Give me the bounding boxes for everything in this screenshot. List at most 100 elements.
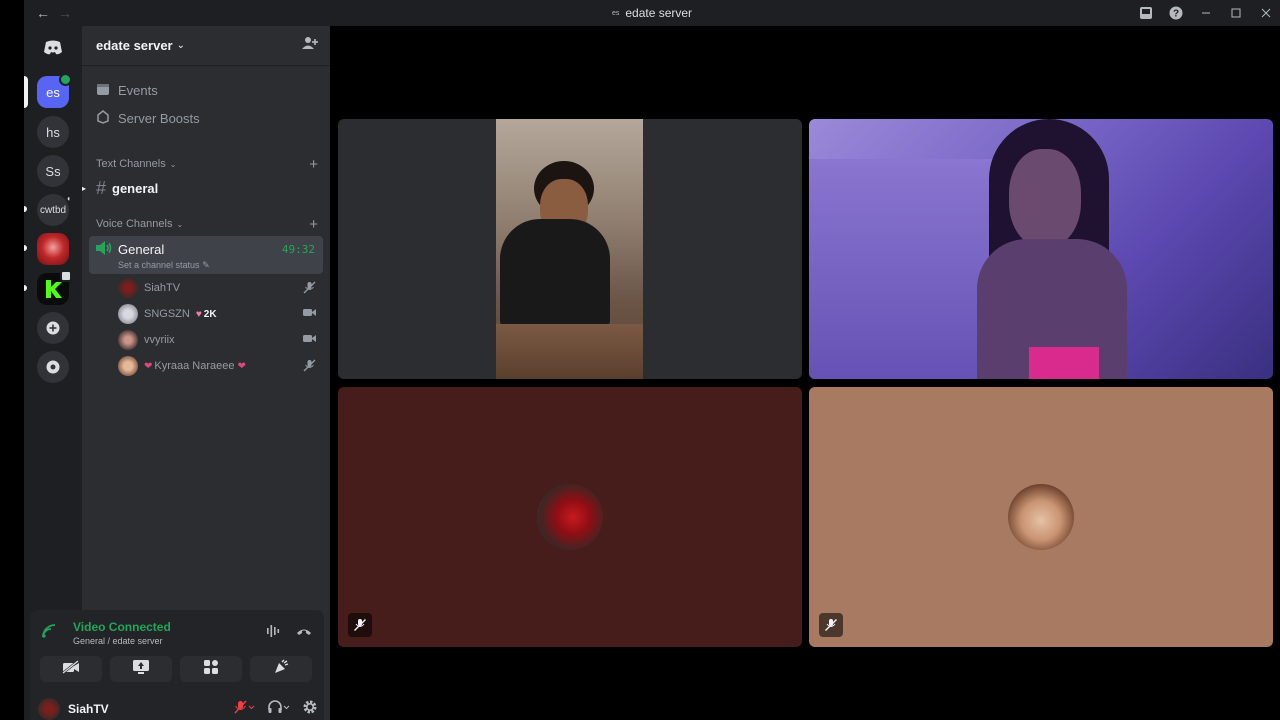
server-icon-cwtbd[interactable]: cwtbd ◖: [37, 194, 71, 226]
camera-off-icon: [62, 659, 80, 679]
video-top-shape: [1029, 347, 1099, 379]
maximize-icon[interactable]: [1228, 5, 1244, 21]
events-item[interactable]: Events: [96, 78, 158, 102]
avatar: [118, 278, 138, 298]
channel-general[interactable]: # general: [90, 174, 322, 202]
voice-connected-title[interactable]: Video Connected: [73, 620, 171, 634]
video-curtain-shape: [809, 159, 999, 379]
left-strip: [0, 0, 24, 720]
video-shirt-shape: [500, 219, 610, 327]
inbox-icon[interactable]: [1138, 5, 1154, 21]
server-icon-es[interactable]: es: [37, 73, 72, 108]
voice-user-vvyriix[interactable]: vvyriix: [118, 329, 318, 351]
voice-connected-subtitle[interactable]: General / edate server: [73, 636, 163, 646]
avatar: [118, 356, 138, 376]
text-channels-category[interactable]: Text Channels ⌄ +: [96, 156, 318, 173]
signal-icon[interactable]: [42, 624, 58, 643]
lips-emoji-icon: ❤: [144, 360, 153, 372]
participant-avatar: [1008, 484, 1074, 550]
screen-share-icon: [132, 659, 150, 680]
server-icon-label: Ss: [45, 163, 61, 179]
server-boosts-label: Server Boosts: [118, 110, 200, 126]
minimize-icon[interactable]: [1198, 5, 1214, 21]
add-channel-icon[interactable]: +: [309, 156, 318, 173]
avatar: [118, 330, 138, 350]
server-icon-red[interactable]: [37, 233, 69, 265]
category-label: Voice Channels: [96, 218, 173, 230]
server-icon-hs[interactable]: hs: [37, 116, 69, 148]
mic-muted-icon[interactable]: [234, 700, 256, 719]
soundboard-button[interactable]: [250, 656, 312, 682]
svg-text:?: ?: [1173, 9, 1179, 20]
activities-icon: [203, 659, 219, 680]
voice-channel-name: General: [118, 242, 165, 257]
server-header[interactable]: edate server ⌄: [82, 26, 330, 66]
user-badge: 2K: [203, 308, 217, 320]
unread-dot: [24, 206, 27, 212]
voice-user-kyraaa[interactable]: ❤ Kyraaa Naraeee ❤: [118, 355, 318, 377]
video-tile-1[interactable]: [338, 119, 802, 379]
mic-muted-icon: [303, 359, 316, 375]
chevron-down-icon: ⌄: [169, 159, 177, 169]
events-label: Events: [118, 82, 158, 98]
discord-app: ← → es edate server ? es hs Ss cwtbd ◖ e…: [0, 0, 1280, 720]
voice-user-name: SiahTV: [144, 282, 181, 294]
server-boosts-item[interactable]: Server Boosts: [96, 106, 200, 130]
voice-panel-actions: [266, 624, 312, 643]
gear-icon[interactable]: [302, 699, 318, 720]
calendar-icon: [96, 82, 110, 99]
speaker-icon: [95, 240, 113, 261]
server-icon-label: cwtbd: [39, 204, 67, 216]
video-tile-4[interactable]: [809, 387, 1273, 647]
history-nav: ← →: [36, 5, 72, 21]
voice-user-siahtv[interactable]: SiahTV: [118, 277, 318, 299]
soundboard-icon: [273, 659, 289, 680]
activities-button[interactable]: [180, 656, 242, 682]
noise-suppression-icon[interactable]: [266, 624, 282, 643]
server-icon-ss[interactable]: Ss: [37, 155, 69, 187]
avatar[interactable]: [38, 698, 60, 720]
voice-channel-general[interactable]: General 49:32 Set a channel status ✎: [89, 236, 323, 274]
add-member-icon[interactable]: [302, 36, 318, 55]
voice-active-badge: [59, 73, 72, 86]
server-icon-k[interactable]: [37, 270, 72, 305]
avatar: [118, 304, 138, 324]
window-title: es edate server: [612, 6, 692, 20]
headphones-icon[interactable]: [268, 699, 290, 719]
video-icon: [303, 307, 316, 321]
video-icon: [303, 333, 316, 347]
voice-user-sngszn[interactable]: SNGSZN ♥ 2K: [118, 303, 318, 325]
window-title-text: edate server: [625, 6, 693, 20]
back-arrow-icon[interactable]: ←: [36, 5, 50, 21]
channel-status[interactable]: Set a channel status ✎: [118, 260, 210, 271]
discord-home-icon[interactable]: [37, 32, 69, 64]
add-channel-icon[interactable]: +: [309, 216, 318, 233]
server-name: edate server: [96, 38, 173, 53]
video-tile-3[interactable]: [338, 387, 802, 647]
help-icon[interactable]: ?: [1168, 5, 1184, 21]
video-face-shape: [1009, 149, 1081, 247]
video-tile-2[interactable]: [809, 119, 1273, 379]
camera-off-button[interactable]: [40, 656, 102, 682]
voice-user-name: Kyraaa Naraeee: [154, 360, 235, 372]
close-icon[interactable]: [1258, 5, 1274, 21]
participant-avatar: [537, 484, 603, 550]
channel-status-text: Set a channel status: [118, 260, 200, 270]
unread-caret-icon: ▸: [82, 184, 87, 193]
window-controls: ?: [1138, 0, 1274, 26]
user-controls: [234, 699, 318, 720]
voice-channels-category[interactable]: Voice Channels ⌄ +: [96, 216, 318, 233]
discover-icon[interactable]: [37, 351, 69, 383]
screen-share-button[interactable]: [110, 656, 172, 682]
forward-arrow-icon[interactable]: →: [58, 5, 72, 21]
heart-icon: ♥: [195, 308, 202, 320]
unread-dot: [24, 245, 27, 251]
voice-user-name: vvyriix: [144, 334, 175, 346]
voice-stage: [330, 26, 1280, 720]
voice-connection-panel: Video Connected General / edate server S…: [30, 610, 324, 720]
disconnect-icon[interactable]: [296, 624, 312, 643]
add-server-icon[interactable]: [37, 312, 69, 344]
boost-icon: [96, 109, 110, 127]
hashtag-icon: #: [96, 177, 107, 198]
current-username[interactable]: SiahTV: [68, 702, 109, 716]
